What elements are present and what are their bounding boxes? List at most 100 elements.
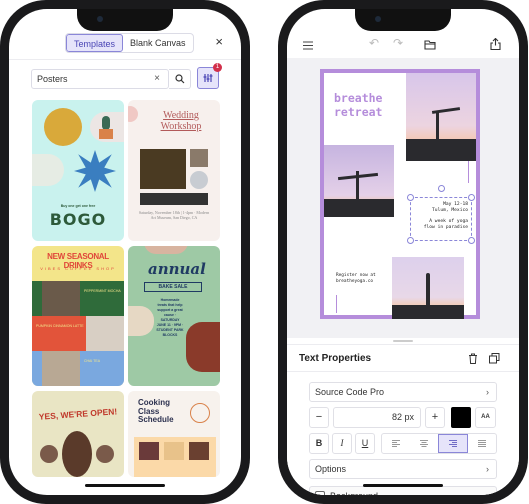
- editor-screen: ↶ ↷ breathe retreat May 12-18 Tulum, Mex…: [287, 9, 519, 495]
- yoga-photo-2[interactable]: [324, 145, 394, 217]
- home-indicator: [85, 484, 165, 487]
- poster-title[interactable]: breathe retreat: [334, 91, 382, 119]
- text-spacing-icon[interactable]: AA: [475, 407, 496, 428]
- mode-tabs: Templates Blank Canvas: [65, 33, 194, 53]
- yoga-photo-3[interactable]: [392, 257, 464, 319]
- arrow-decoration: [468, 161, 469, 183]
- trash-icon[interactable]: [468, 353, 478, 364]
- panel-title: Text Properties: [299, 353, 372, 364]
- filter-count-badge: 1: [213, 63, 222, 72]
- poster-canvas[interactable]: breathe retreat May 12-18 Tulum, Mexico …: [320, 69, 480, 319]
- resize-handle[interactable]: [468, 194, 475, 201]
- chevron-right-icon: ›: [486, 387, 489, 397]
- align-justify-icon: [478, 440, 486, 447]
- close-icon[interactable]: ×: [215, 34, 223, 49]
- decrease-size-button[interactable]: −: [309, 407, 329, 428]
- options-label: Options: [315, 464, 347, 474]
- template-subtitle: Saturday, November 18th | 1-4pm · Modern…: [138, 210, 210, 220]
- cooking-logo-icon: [190, 403, 210, 423]
- menu-icon[interactable]: [303, 41, 313, 50]
- selected-text-box[interactable]: May 12-18 Tulum, Mexico A week of yoga f…: [407, 185, 475, 244]
- poster-register[interactable]: Register now at breatheyoga.co: [336, 273, 376, 285]
- align-left-icon: [392, 440, 400, 447]
- template-card-wedding[interactable]: Wedding Workshop Saturday, November 18th…: [128, 100, 220, 241]
- yoga-photo-1[interactable]: [406, 73, 476, 161]
- search-input[interactable]: Posters ×: [31, 69, 169, 89]
- rotate-handle[interactable]: [438, 185, 445, 192]
- align-right-icon: [449, 440, 457, 447]
- drink-row: PUMPKIN CINNAMON LATTE: [32, 316, 124, 351]
- filter-button[interactable]: 1: [197, 63, 222, 89]
- divider: [9, 59, 241, 60]
- background-checkbox[interactable]: [315, 491, 325, 495]
- template-subtitle: Buy one get one free: [60, 204, 96, 208]
- arrow-decoration: [336, 295, 337, 313]
- photo: [190, 149, 208, 167]
- folder-icon[interactable]: [424, 39, 436, 50]
- alignment-group: [381, 433, 497, 454]
- plant-image: [44, 108, 82, 146]
- template-subtitle: BAKE SALE: [144, 282, 202, 292]
- leaf-image: [32, 154, 64, 186]
- share-icon[interactable]: [490, 38, 501, 50]
- search-icon: [174, 74, 184, 84]
- template-title: BOGO: [49, 210, 107, 229]
- template-card-cooking[interactable]: Cooking Class Schedule: [128, 391, 220, 477]
- cactus-image: [90, 112, 124, 142]
- duplicate-icon[interactable]: [489, 353, 500, 364]
- phone-left: Templates Blank Canvas × Posters × 1 Buy…: [0, 0, 250, 504]
- align-center-icon: [420, 440, 428, 447]
- tab-templates[interactable]: Templates: [66, 34, 124, 52]
- petal-decoration: [128, 106, 138, 122]
- photo: [190, 171, 208, 189]
- editor-toolbar: ↶ ↷: [287, 33, 519, 59]
- template-subtitle: VIBES COFFEE SHOP: [40, 266, 116, 271]
- undo-icon[interactable]: ↶: [369, 36, 379, 50]
- resize-handle[interactable]: [407, 194, 414, 201]
- poster-location: Tulum, Mexico: [432, 208, 468, 213]
- photo: [140, 193, 208, 205]
- templates-screen: Templates Blank Canvas × Posters × 1 Buy…: [9, 9, 241, 495]
- template-card-bake-sale[interactable]: annual BAKE SALE Homemade treats that he…: [128, 246, 220, 386]
- clear-search-icon[interactable]: ×: [154, 70, 160, 88]
- background-row[interactable]: Background: [309, 486, 497, 495]
- font-family-select[interactable]: Source Code Pro ›: [309, 382, 497, 402]
- resize-handle[interactable]: [468, 237, 475, 244]
- redo-icon[interactable]: ↷: [393, 36, 403, 50]
- home-indicator: [363, 484, 443, 487]
- template-details: Homemade treats that help support a grea…: [156, 298, 184, 337]
- template-card-open[interactable]: YES, WE'RE OPEN!: [32, 391, 124, 477]
- tab-blank-canvas[interactable]: Blank Canvas: [123, 34, 193, 52]
- bold-button[interactable]: B: [309, 433, 329, 454]
- resize-handle[interactable]: [407, 237, 414, 244]
- template-card-seasonal-drinks[interactable]: NEW SEASONAL DRINKS VIBES COFFEE SHOP PE…: [32, 246, 124, 386]
- filter-icon: [203, 74, 213, 82]
- italic-button[interactable]: I: [332, 433, 352, 454]
- color-swatch[interactable]: [451, 407, 471, 428]
- align-justify-button[interactable]: [468, 434, 496, 453]
- underline-button[interactable]: U: [355, 433, 375, 454]
- background-label: Background: [330, 491, 378, 495]
- drag-handle[interactable]: [393, 340, 413, 342]
- increase-size-button[interactable]: +: [425, 407, 445, 428]
- template-title: YES, WE'RE OPEN!: [38, 406, 118, 422]
- template-title: annual: [148, 260, 206, 278]
- notch: [77, 9, 173, 31]
- font-size-input[interactable]: 82 px: [333, 407, 421, 428]
- starburst-image: [74, 150, 116, 192]
- drink-row: CHAI TEA: [32, 351, 124, 386]
- align-left-button[interactable]: [382, 434, 410, 453]
- search-button[interactable]: [169, 69, 191, 89]
- template-title: Cooking Class Schedule: [138, 398, 174, 424]
- poster-desc: flow in paradise: [423, 225, 468, 230]
- font-family-value: Source Code Pro: [315, 387, 385, 397]
- align-center-button[interactable]: [410, 434, 438, 453]
- search-value: Posters: [37, 74, 68, 84]
- template-card-bogo[interactable]: Buy one get one free BOGO: [32, 100, 124, 241]
- template-title: Wedding Workshop: [160, 110, 202, 132]
- chevron-right-icon: ›: [486, 464, 489, 474]
- notch: [355, 9, 451, 31]
- options-row[interactable]: Options ›: [309, 459, 497, 479]
- align-right-button[interactable]: [438, 434, 468, 453]
- photo: [140, 149, 186, 189]
